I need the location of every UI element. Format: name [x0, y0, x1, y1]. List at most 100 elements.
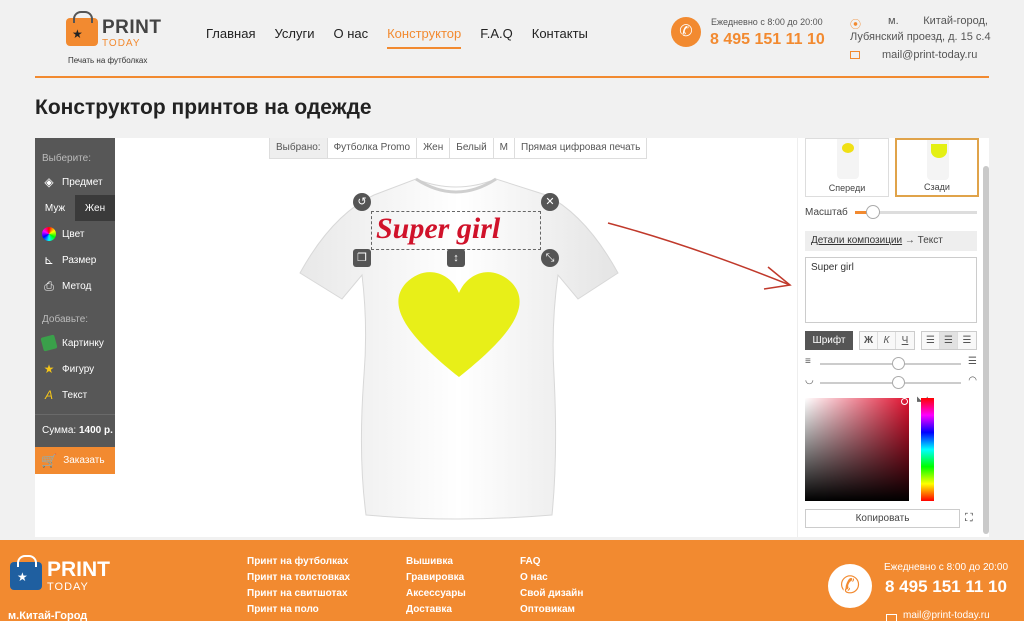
- nav-services[interactable]: Услуги: [274, 26, 314, 49]
- sidebar-item-text[interactable]: A Текст: [35, 382, 115, 408]
- copy-button[interactable]: Копировать: [805, 509, 960, 528]
- picture-icon: [40, 334, 58, 352]
- footer-link[interactable]: Аксессуары: [406, 588, 466, 604]
- nav-home[interactable]: Главная: [206, 26, 255, 49]
- email-address[interactable]: mail@print-today.ru: [882, 49, 977, 61]
- footer-link[interactable]: Принт на свитшотах: [247, 588, 350, 604]
- scale-label: Масштаб: [805, 207, 848, 218]
- footer-logo-today: TODAY: [47, 581, 89, 593]
- sidebar-item-method[interactable]: ⎙ Метод: [35, 273, 115, 299]
- selected-product[interactable]: Футболка Promo: [328, 138, 418, 158]
- sidebar-item-size[interactable]: ⊾ Размер: [35, 247, 115, 273]
- sidebar-item-label: Размер: [62, 254, 97, 266]
- text-icon: A: [44, 388, 53, 402]
- nav-about[interactable]: О нас: [333, 26, 368, 49]
- align-right-icon[interactable]: ☰: [958, 332, 976, 349]
- underline-button[interactable]: Ч: [896, 332, 914, 349]
- arc-up-icon: ◠: [968, 375, 977, 386]
- footer-phone[interactable]: 8 495 151 11 10: [885, 577, 1007, 597]
- shopping-bag-icon: ★: [10, 555, 42, 590]
- color-wheel-icon: [42, 227, 56, 241]
- footer-link[interactable]: Доставка: [406, 604, 466, 620]
- order-button[interactable]: 🛒 Заказать: [35, 447, 115, 474]
- footer-email[interactable]: mail@print-today.ru: [903, 610, 990, 621]
- back-shirt-thumbnail: [927, 140, 949, 180]
- italic-button[interactable]: К: [878, 332, 896, 349]
- composition-details-link[interactable]: Детали композиции: [811, 235, 902, 246]
- color-picker-area[interactable]: [805, 398, 909, 501]
- line-spacing-knob[interactable]: [891, 357, 905, 370]
- view-selector: Спереди Сзади: [805, 138, 981, 198]
- footer-link[interactable]: Принт на толстовках: [247, 572, 350, 588]
- selected-method[interactable]: Прямая цифровая печать: [515, 138, 646, 158]
- nav-constructor[interactable]: Конструктор: [387, 26, 462, 49]
- front-shirt-thumbnail: [837, 139, 859, 179]
- footer-link[interactable]: Принт на футболках: [247, 556, 350, 572]
- tools-sidebar: Выберите: ◈ Предмет Муж Жен Цвет ⊾ Разме…: [35, 138, 115, 474]
- hue-slider[interactable]: [921, 398, 934, 501]
- align-center-icon[interactable]: ☰: [940, 332, 958, 349]
- sidebar-item-product[interactable]: ◈ Предмет: [35, 169, 115, 195]
- selected-size[interactable]: M: [494, 138, 516, 158]
- selected-label: Выбрано:: [270, 138, 328, 158]
- nav-contacts[interactable]: Контакты: [532, 26, 588, 49]
- text-style-group: Ж К Ч: [859, 331, 915, 350]
- sidebar-item-color[interactable]: Цвет: [35, 221, 115, 247]
- sidebar-item-shape[interactable]: ★ Фигуру: [35, 356, 115, 382]
- text-align-group: ☰ ☰ ☰: [921, 331, 977, 350]
- sidebar-item-label: Фигуру: [62, 363, 95, 375]
- panel-scrollbar[interactable]: [983, 166, 989, 534]
- footer-links-info: FAQ О нас Свой дизайн Оптовикам: [520, 556, 583, 620]
- view-front[interactable]: Спереди: [805, 138, 889, 197]
- vertical-move-handle-icon[interactable]: ↕: [447, 249, 465, 267]
- gender-male-button[interactable]: Муж: [35, 195, 75, 221]
- footer-links-services: Вышивка Гравировка Аксессуары Доставка: [406, 556, 466, 620]
- line-spacing-track: [820, 363, 961, 365]
- phone-icon: ✆: [828, 564, 872, 608]
- delete-handle-icon[interactable]: ✕: [541, 193, 559, 211]
- align-left-icon[interactable]: ☰: [922, 332, 940, 349]
- shopping-bag-icon: ★: [66, 11, 98, 46]
- rotate-handle-icon[interactable]: ↺: [353, 193, 371, 211]
- line-spacing-slider[interactable]: ≡ ☰: [805, 356, 977, 371]
- footer-link[interactable]: Гравировка: [406, 572, 466, 588]
- footer-link[interactable]: Вышивка: [406, 556, 466, 572]
- footer-link[interactable]: Принт на поло: [247, 604, 350, 620]
- footer-metro: м.Китай-Город: [8, 610, 88, 621]
- footer-link[interactable]: Оптовикам: [520, 604, 583, 620]
- view-back-label: Сзади: [924, 182, 950, 192]
- nav-faq[interactable]: F.A.Q: [480, 26, 513, 49]
- gender-female-button[interactable]: Жен: [75, 195, 115, 221]
- star-icon: ★: [43, 362, 55, 376]
- fullscreen-icon[interactable]: ⛶: [965, 512, 977, 524]
- sum-label: Сумма:: [42, 425, 77, 436]
- selected-gender[interactable]: Жен: [417, 138, 451, 158]
- text-input[interactable]: Super girl: [805, 257, 977, 323]
- composition-breadcrumb: Детали композиции → Текст: [805, 231, 977, 251]
- view-back[interactable]: Сзади: [895, 138, 979, 197]
- printer-icon: ⎙: [44, 279, 54, 293]
- selected-color[interactable]: Белый: [450, 138, 494, 158]
- font-button[interactable]: Шрифт: [805, 331, 853, 350]
- footer-link[interactable]: Свой дизайн: [520, 588, 583, 604]
- choose-label: Выберите:: [42, 153, 91, 164]
- arc-track: [820, 382, 961, 384]
- phone-icon: ✆: [671, 17, 701, 47]
- logo[interactable]: ★ PRINT TODAY Печать на футболках: [66, 11, 166, 68]
- bold-button[interactable]: Ж: [860, 332, 878, 349]
- footer-link[interactable]: FAQ: [520, 556, 583, 572]
- line-spacing-min-icon: ≡: [805, 356, 811, 367]
- sidebar-item-picture[interactable]: Картинку: [35, 330, 115, 356]
- duplicate-handle-icon[interactable]: ❐: [353, 249, 371, 267]
- arc-slider[interactable]: ◡ ◠: [805, 375, 977, 390]
- print-text[interactable]: Super girl: [376, 212, 500, 246]
- color-picker-cursor[interactable]: [901, 398, 908, 405]
- header-divider: [35, 76, 989, 78]
- phone-number[interactable]: 8 495 151 11 10: [710, 31, 825, 49]
- logo-subtitle: Печать на футболках: [68, 56, 148, 65]
- arc-knob[interactable]: [891, 376, 905, 389]
- resize-handle-icon[interactable]: ⤡: [541, 249, 559, 267]
- footer-link[interactable]: О нас: [520, 572, 583, 588]
- site-header: ★ PRINT TODAY Печать на футболках Главна…: [0, 0, 1024, 80]
- logo-today-text: TODAY: [102, 38, 141, 49]
